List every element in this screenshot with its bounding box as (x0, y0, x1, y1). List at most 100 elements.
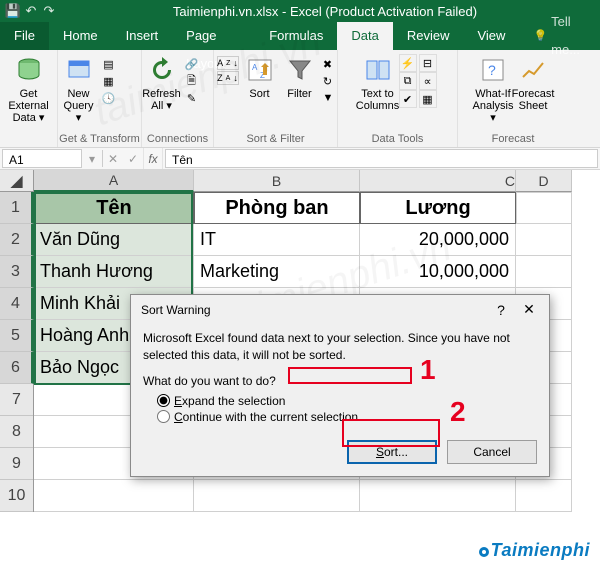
properties-icon: 🗎 (185, 74, 199, 88)
formula-bar[interactable]: Tên (165, 149, 598, 168)
cell-a10[interactable] (34, 480, 194, 512)
row-header-3[interactable]: 3 (0, 256, 34, 288)
row-header-7[interactable]: 7 (0, 384, 33, 416)
tab-file[interactable]: File (0, 22, 49, 50)
radio-continue[interactable] (157, 410, 170, 423)
text-to-columns-button[interactable]: Text to Columns (359, 52, 397, 114)
relationships-icon[interactable]: ∝ (419, 72, 437, 90)
bulb-icon: 💡 (533, 22, 547, 50)
row-header-10[interactable]: 10 (0, 480, 33, 512)
row-header-5[interactable]: 5 (0, 320, 34, 352)
recent-sources-button[interactable]: 🕓 (100, 90, 140, 106)
reapply-button[interactable]: ↻ (321, 73, 335, 89)
dialog-cancel-button[interactable]: Cancel (447, 440, 537, 464)
dialog-sort-button[interactable]: Sort... (347, 440, 437, 464)
advanced-button[interactable]: ▼ (321, 90, 335, 106)
cell-a3[interactable]: Thanh Hương (34, 256, 194, 288)
dialog-close-button[interactable]: ✕ (515, 301, 543, 318)
option-expand-selection[interactable]: Expand the selection (157, 394, 537, 408)
flash-fill-icon[interactable]: ⚡ (399, 54, 417, 72)
sort-az-button[interactable]: AZ↓ (217, 56, 239, 70)
cell-d10[interactable] (516, 480, 572, 512)
row-header-6[interactable]: 6 (0, 352, 34, 384)
refresh-all-button[interactable]: Refresh All ▾ (143, 52, 181, 114)
cell-c1[interactable]: Lương (360, 192, 516, 224)
enter-formula-icon: ✓ (123, 148, 143, 169)
consolidate-icon[interactable]: ⊟ (419, 54, 437, 72)
row-header-4[interactable]: 4 (0, 288, 34, 320)
remove-duplicates-icon[interactable]: ⧉ (399, 72, 417, 90)
cell-b2[interactable]: IT (194, 224, 360, 256)
cell-c10[interactable] (360, 480, 516, 512)
cell-a2[interactable]: Văn Dũng (34, 224, 194, 256)
redo-icon[interactable]: ↷ (42, 4, 56, 18)
save-icon[interactable]: 💾 (6, 4, 20, 18)
recent-icon: 🕓 (102, 91, 116, 105)
option-continue-label: Continue with the current selection (174, 410, 358, 424)
forecast-sheet-button[interactable]: Forecast Sheet (514, 52, 552, 114)
col-header-b[interactable]: B (194, 170, 360, 192)
row-header-8[interactable]: 8 (0, 416, 33, 448)
namebox-dropdown-icon[interactable]: ▾ (82, 148, 102, 169)
ribbon-group-external: Get External Data ▾ (0, 50, 58, 147)
edit-links-button[interactable]: ✎ (183, 90, 213, 106)
select-all-corner[interactable]: ◢ (0, 170, 33, 192)
table-icon: ▦ (102, 74, 116, 88)
cell-b1[interactable]: Phòng ban (194, 192, 360, 224)
cell-d3[interactable] (516, 256, 572, 288)
option-continue-selection[interactable]: Continue with the current selection (157, 410, 537, 424)
dialog-question: What do you want to do? (143, 374, 537, 388)
sort-za-button[interactable]: ZA↓ (217, 71, 239, 85)
option-expand-label: Expand the selection (174, 394, 285, 408)
cancel-formula-icon: ✕ (103, 148, 123, 169)
tab-data[interactable]: Data (337, 22, 392, 50)
col-header-a[interactable]: A (34, 170, 194, 192)
tab-review[interactable]: Review (393, 22, 464, 50)
cell-b10[interactable] (194, 480, 360, 512)
row-header-1[interactable]: 1 (0, 192, 34, 224)
connections-button[interactable]: 🔗 (183, 56, 213, 72)
advanced-icon: ▼ (323, 91, 334, 105)
group-label-forecast: Forecast (492, 131, 535, 147)
from-table-button[interactable]: ▦ (100, 73, 140, 89)
window-title: Taimienphi.vn.xlsx - Excel (Product Acti… (56, 4, 594, 19)
col-header-c[interactable]: C (360, 170, 516, 192)
tab-view[interactable]: View (463, 22, 519, 50)
undo-icon[interactable]: ↶ (24, 4, 38, 18)
show-queries-button[interactable]: ▤ (100, 56, 140, 72)
col-header-d[interactable]: D (516, 170, 572, 192)
radio-expand[interactable] (157, 394, 170, 407)
tab-home[interactable]: Home (49, 22, 112, 50)
ribbon-group-connections: Refresh All ▾ 🔗 🗎 ✎ Connections (142, 50, 214, 147)
sort-button[interactable]: AZ Sort (241, 52, 279, 102)
whatif-button[interactable]: ? What-If Analysis ▾ (474, 52, 512, 126)
cell-c3[interactable]: 10,000,000 (360, 256, 516, 288)
clear-icon: ✖ (323, 57, 333, 71)
cell-b3[interactable]: Marketing (194, 256, 360, 288)
get-external-data-button[interactable]: Get External Data ▾ (5, 52, 53, 126)
row-header-2[interactable]: 2 (0, 224, 34, 256)
row-header-9[interactable]: 9 (0, 448, 33, 480)
name-box[interactable]: A1 (2, 149, 82, 168)
group-label-data-tools: Data Tools (372, 131, 424, 147)
tab-insert[interactable]: Insert (112, 22, 173, 50)
data-validation-icon[interactable]: ✔ (399, 90, 417, 108)
new-query-button[interactable]: New Query ▾ (60, 52, 98, 126)
dialog-help-button[interactable]: ? (487, 302, 515, 318)
tell-me[interactable]: 💡Tell me... (519, 22, 600, 50)
manage-data-model-icon[interactable]: ▦ (419, 90, 437, 108)
cell-c2[interactable]: 20,000,000 (360, 224, 516, 256)
clear-button[interactable]: ✖ (321, 56, 335, 72)
cell-d2[interactable] (516, 224, 572, 256)
filter-button[interactable]: Filter (281, 52, 319, 102)
link-icon: 🔗 (185, 57, 199, 71)
fx-icon[interactable]: fx (143, 148, 163, 169)
formula-bar-row: A1 ▾ ✕ ✓ fx Tên (0, 148, 600, 170)
ribbon-group-data-tools: Text to Columns ⚡ ⊟ ⧉ ∝ ✔ ▦ Data Tools (338, 50, 458, 147)
properties-button[interactable]: 🗎 (183, 73, 213, 89)
tab-page-layout[interactable]: Page Layout (172, 22, 255, 50)
tab-formulas[interactable]: Formulas (255, 22, 337, 50)
cell-a1[interactable]: Tên (34, 192, 194, 224)
cell-d1[interactable] (516, 192, 572, 224)
reapply-icon: ↻ (323, 74, 333, 88)
